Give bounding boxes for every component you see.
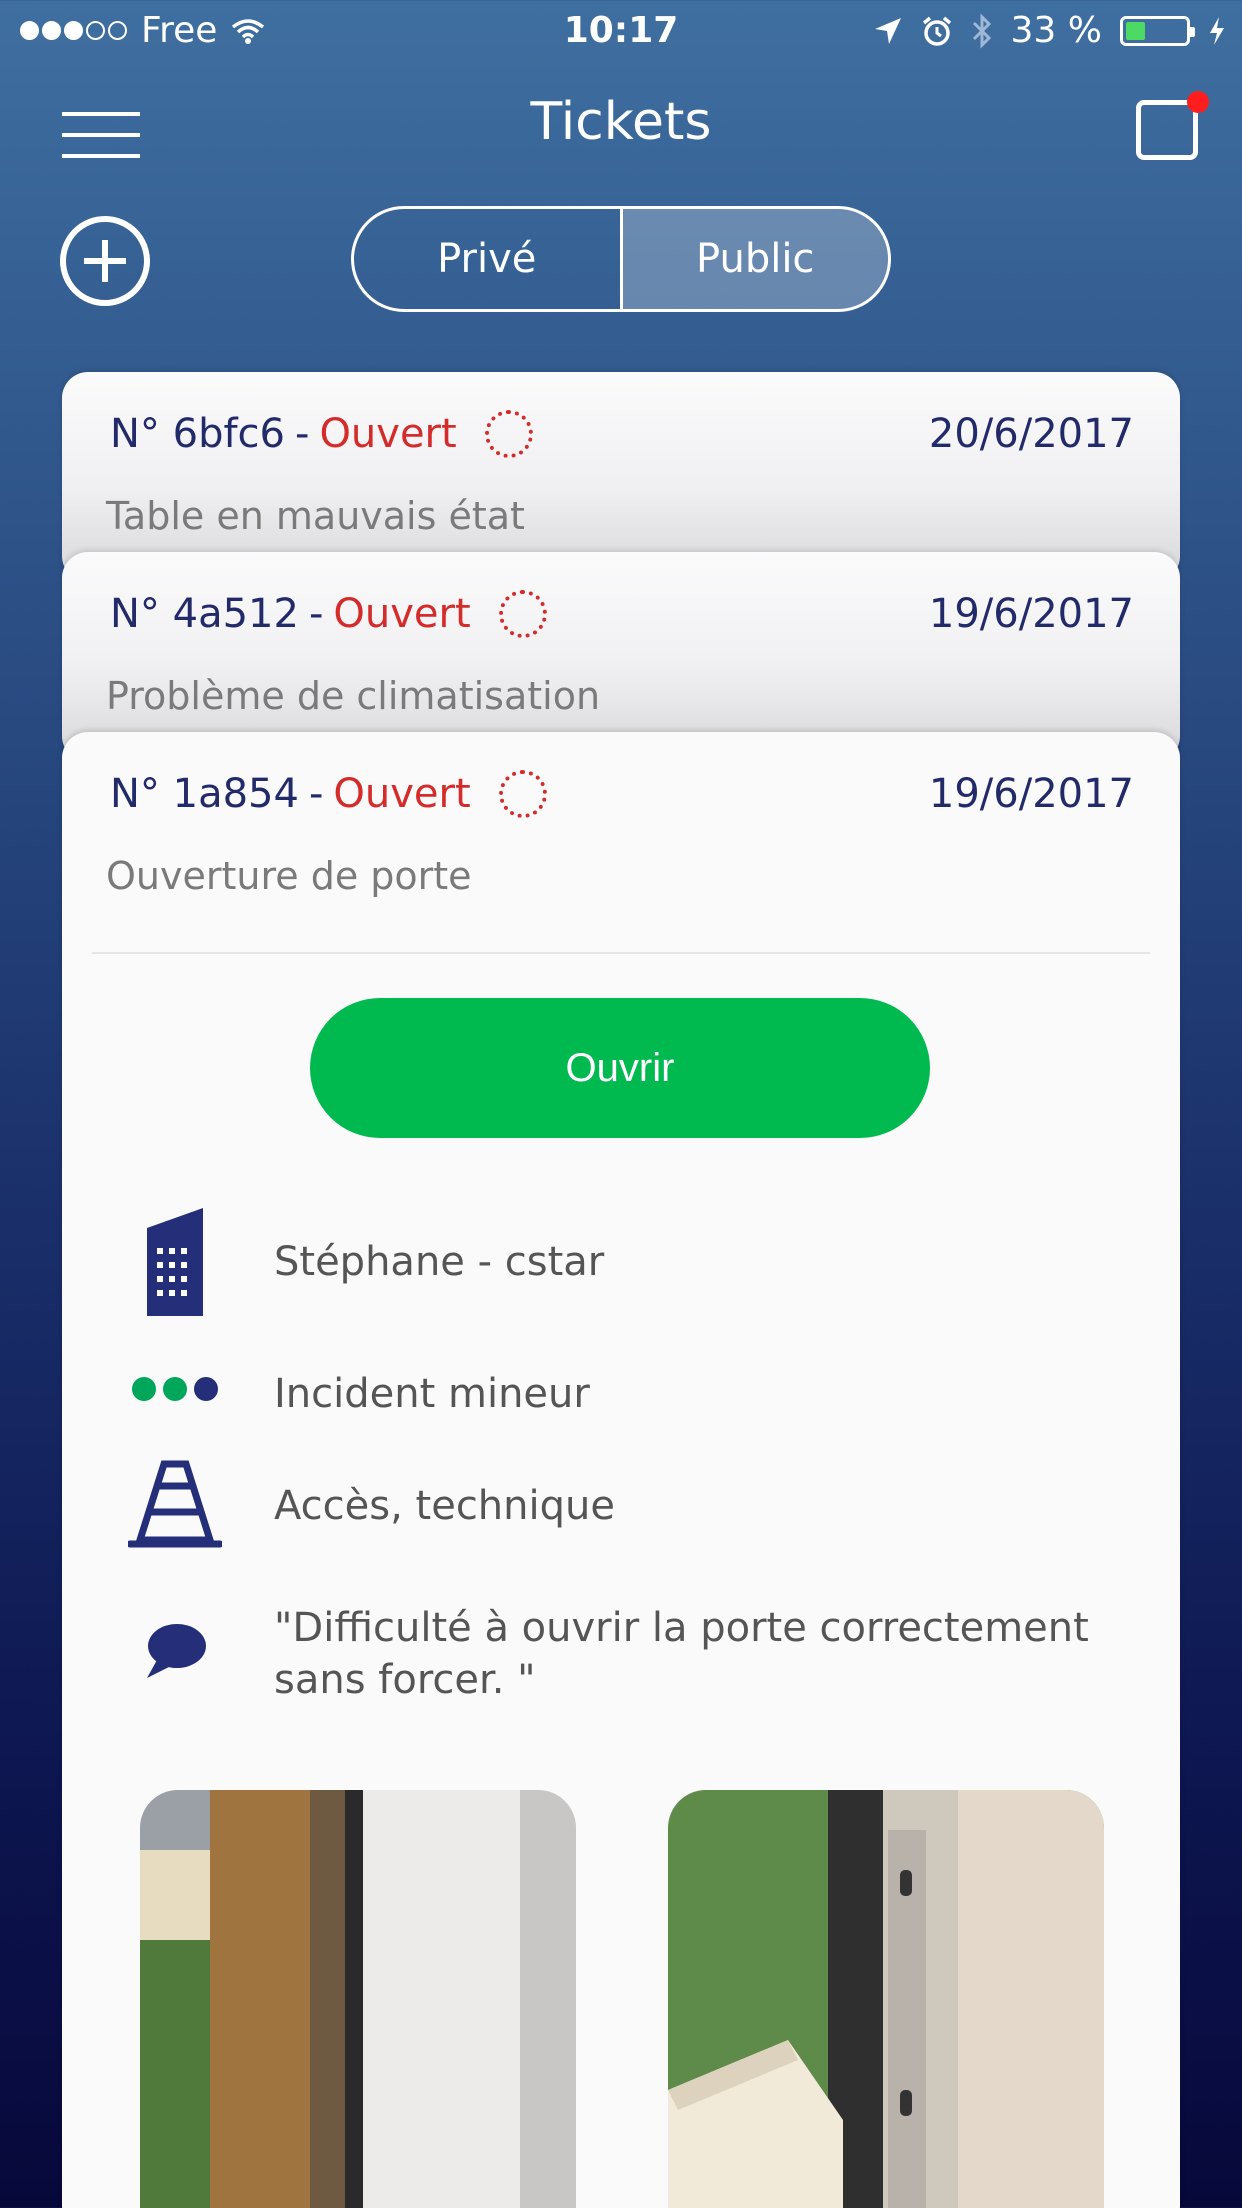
ticket-subject: Table en mauvais état	[106, 494, 525, 538]
ticket-date: 20/6/2017	[928, 411, 1134, 457]
tab-public[interactable]: Public	[619, 209, 888, 309]
ticket-separator: -	[308, 771, 324, 817]
ticket-card[interactable]: N° 4a512 - Ouvert 19/6/2017 Problème de …	[62, 552, 1180, 762]
speech-bubble-icon	[120, 1622, 230, 1680]
building-icon	[120, 1208, 230, 1316]
alarm-icon	[922, 16, 951, 46]
pending-spinner-icon	[498, 770, 547, 818]
comment-text: "Difficulté à ouvrir la porte correcteme…	[274, 1605, 1089, 1703]
detail-severity: Incident mineur	[62, 1368, 1180, 1428]
ticket-status: Ouvert	[333, 771, 471, 817]
ticket-number: N° 1a854	[110, 771, 299, 817]
category-text: Accès, technique	[274, 1483, 615, 1529]
detail-location: Stéphane - cstar	[62, 1208, 1180, 1318]
status-bar: Free 10:17 33 %	[0, 0, 1242, 62]
ticket-separator: -	[295, 411, 310, 457]
ticket-photo[interactable]	[668, 1790, 1104, 2208]
battery-percent: 33 %	[1010, 10, 1102, 51]
visibility-segmented-control: Privé Public	[351, 206, 891, 312]
ticket-card[interactable]: N° 6bfc6 - Ouvert 20/6/2017 Table en mau…	[62, 372, 1180, 582]
ticket-card-expanded: N° 1a854 - Ouvert 19/6/2017 Ouverture de…	[62, 732, 1180, 2208]
ticket-subject: Problème de climatisation	[106, 674, 601, 718]
ticket-photo[interactable]	[140, 1790, 576, 2208]
page-title: Tickets	[530, 92, 712, 152]
ticket-separator: -	[308, 591, 324, 637]
bluetooth-icon	[972, 12, 991, 49]
severity-text: Incident mineur	[274, 1371, 590, 1417]
charging-bolt-icon	[1210, 16, 1224, 45]
ticket-date: 19/6/2017	[928, 771, 1134, 817]
traffic-cone-icon	[120, 1460, 230, 1550]
detail-category: Accès, technique	[62, 1460, 1180, 1560]
notification-square-icon[interactable]	[1136, 91, 1209, 160]
ticket-subject: Ouverture de porte	[106, 854, 472, 898]
ticket-status: Ouvert	[333, 591, 471, 637]
add-ticket-button[interactable]	[60, 216, 150, 306]
location-arrow-icon	[874, 17, 901, 44]
photo-gallery	[140, 1790, 1104, 2208]
ticket-status: Ouvert	[319, 411, 457, 457]
notification-badge	[1187, 91, 1209, 113]
open-ticket-button[interactable]: Ouvrir	[310, 998, 930, 1138]
ticket-header: N° 4a512 - Ouvert 19/6/2017	[110, 590, 1134, 638]
status-bar-right: 33 %	[873, 10, 1226, 51]
pending-spinner-icon	[498, 590, 547, 638]
severity-dots-icon	[120, 1374, 230, 1404]
ticket-number: N° 4a512	[110, 591, 299, 637]
ticket-header: N° 6bfc6 - Ouvert 20/6/2017	[110, 410, 1134, 458]
location-text: Stéphane - cstar	[274, 1239, 605, 1285]
pending-spinner-icon	[484, 410, 533, 458]
ticket-number: N° 6bfc6	[110, 411, 285, 457]
detail-comment: "Difficulté à ouvrir la porte correcteme…	[62, 1602, 1180, 1712]
ticket-date: 19/6/2017	[928, 591, 1134, 637]
battery-icon	[1120, 15, 1195, 46]
divider	[92, 952, 1150, 954]
tab-prive[interactable]: Privé	[354, 209, 620, 309]
ticket-header: N° 1a854 - Ouvert 19/6/2017	[110, 770, 1134, 818]
battery-level	[1126, 21, 1146, 40]
